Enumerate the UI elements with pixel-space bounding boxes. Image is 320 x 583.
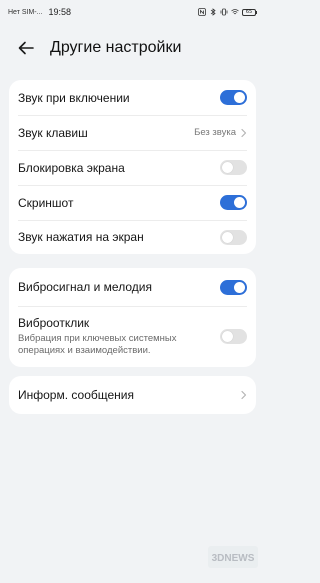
row-sublabel: Вибрация при ключевых системных операция…: [18, 333, 177, 356]
screen-lock-toggle[interactable]: [220, 160, 247, 175]
battery-level: 65: [242, 8, 256, 16]
row-screen-lock[interactable]: Блокировка экрана: [9, 150, 256, 185]
settings-group-sounds: Звук при включении Звук клавиш Без звука…: [9, 80, 256, 254]
key-sound-value: Без звука: [194, 127, 236, 138]
row-key-sound[interactable]: Звук клавиш Без звука: [9, 115, 256, 150]
carrier-label: Нет SIM-...: [8, 8, 43, 16]
row-label: Информ. сообщения: [18, 388, 134, 402]
svg-text:3DNEWS: 3DNEWS: [212, 553, 255, 564]
row-haptic-feedback[interactable]: Виброотклик Вибрация при ключевых систем…: [9, 306, 256, 367]
arrow-left-icon: [18, 41, 34, 55]
row-startup-sound[interactable]: Звук при включении: [9, 80, 256, 115]
row-label: Вибросигнал и мелодия: [18, 280, 152, 294]
settings-group-notifications: Информ. сообщения: [9, 376, 256, 414]
status-bar: Нет SIM-... 19:58 65: [0, 0, 265, 24]
chevron-right-icon: [241, 390, 247, 400]
vibration-ringtone-toggle[interactable]: [220, 279, 247, 295]
nfc-icon: [198, 8, 206, 16]
status-time: 19:58: [48, 7, 72, 17]
row-label: Виброотклик: [18, 316, 90, 330]
3dnews-watermark-logo: 3DNEWS: [208, 546, 258, 568]
battery-icon: 65: [242, 8, 257, 16]
row-screenshot[interactable]: Скриншот: [9, 185, 256, 220]
screenshot-toggle[interactable]: [220, 195, 247, 210]
row-label: Звук клавиш: [18, 125, 88, 140]
bluetooth-icon: [210, 8, 216, 16]
row-touch-sound[interactable]: Звук нажатия на экран: [9, 220, 256, 254]
row-info-messages[interactable]: Информ. сообщения: [9, 376, 256, 414]
startup-sound-toggle[interactable]: [220, 90, 247, 105]
row-label: Звук нажатия на экран: [18, 230, 144, 244]
back-button[interactable]: [14, 36, 38, 60]
vibrate-icon: [220, 8, 228, 16]
wifi-icon: [231, 9, 239, 15]
settings-group-vibration: Вибросигнал и мелодия Виброотклик Вибрац…: [9, 268, 256, 367]
row-label: Скриншот: [18, 195, 74, 210]
row-label: Блокировка экрана: [18, 160, 125, 175]
row-vibration-ringtone[interactable]: Вибросигнал и мелодия: [9, 268, 256, 306]
touch-sound-toggle[interactable]: [220, 229, 247, 245]
chevron-right-icon: [241, 128, 247, 137]
row-label: Звук при включении: [18, 90, 130, 105]
header: Другие настройки: [0, 30, 265, 66]
page-title: Другие настройки: [50, 39, 182, 56]
haptic-feedback-toggle[interactable]: [220, 329, 247, 344]
